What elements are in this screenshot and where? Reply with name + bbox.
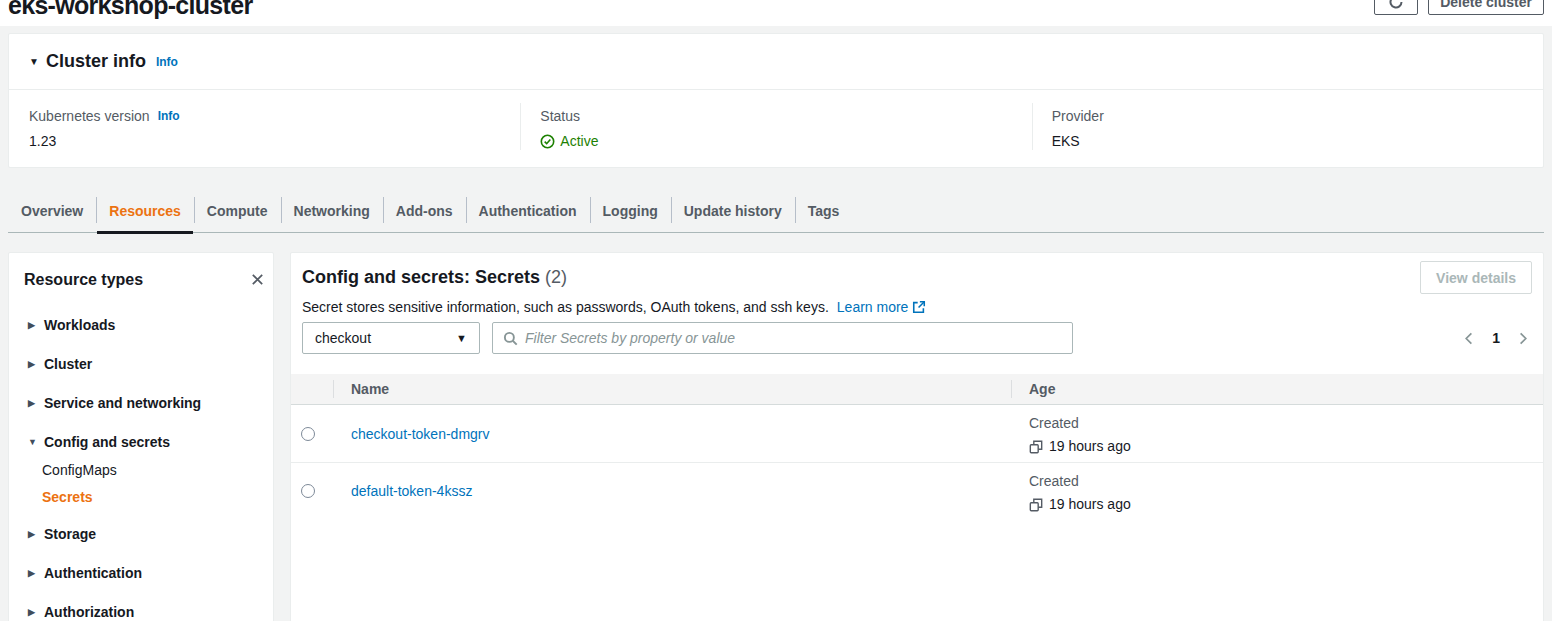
page-title: eks-workshop-cluster	[8, 0, 252, 18]
sidebar-item-authentication[interactable]: ▶Authentication	[28, 563, 258, 583]
sidebar-item-authorization[interactable]: ▶Authorization	[28, 602, 258, 621]
chevron-right-icon	[1515, 331, 1530, 346]
tab-update-history[interactable]: Update history	[671, 191, 795, 232]
table-row: default-token-4kssz Created 19 hours ago	[291, 462, 1543, 519]
age-created-label: Created	[1029, 473, 1543, 490]
learn-more-link[interactable]: Learn more	[837, 297, 927, 317]
sidebar-item-workloads[interactable]: ▶Workloads	[28, 315, 258, 335]
field-label: Provider	[1052, 108, 1523, 125]
sidebar-item-cluster[interactable]: ▶Cluster	[28, 354, 258, 374]
delete-cluster-button[interactable]: Delete cluster	[1428, 0, 1544, 15]
age-value: 19 hours ago	[1049, 438, 1131, 455]
cluster-tabs: Overview Resources Compute Networking Ad…	[8, 191, 1544, 233]
search-field[interactable]	[492, 322, 1073, 354]
resources-layout: Resource types ▶Workloads ▶Cluster ▶Serv…	[8, 252, 1544, 621]
table-header: Name Age	[291, 374, 1543, 405]
copy-icon[interactable]	[1029, 498, 1043, 512]
tab-resources[interactable]: Resources	[96, 191, 194, 232]
refresh-button[interactable]	[1374, 0, 1418, 15]
collapse-caret-icon: ▼	[29, 56, 39, 67]
config-and-secrets-sublist: ConfigMaps Secrets	[42, 460, 258, 507]
age-value: 19 hours ago	[1049, 496, 1131, 513]
cluster-info-title: Cluster info	[46, 51, 146, 72]
secret-name-link[interactable]: checkout-token-dmgrv	[351, 426, 490, 442]
table-row: checkout-token-dmgrv Created 19 hours ag…	[291, 405, 1543, 462]
secrets-table: Name Age checkout-token-dmgrv Created 19…	[291, 374, 1543, 519]
cluster-info-header[interactable]: ▼ Cluster info Info	[9, 34, 1543, 90]
collapse-caret-icon: ▼	[28, 432, 37, 452]
tab-compute[interactable]: Compute	[194, 191, 281, 232]
tab-authentication[interactable]: Authentication	[466, 191, 590, 232]
cluster-info-info-link[interactable]: Info	[156, 55, 178, 69]
secret-name-link[interactable]: default-token-4kssz	[351, 483, 472, 499]
close-icon	[250, 272, 265, 287]
column-header-age[interactable]: Age	[1011, 374, 1543, 404]
header-actions: Delete cluster	[1374, 0, 1544, 15]
sidebar-item-configmaps[interactable]: ConfigMaps	[42, 460, 258, 480]
external-link-icon	[912, 300, 926, 314]
tab-logging[interactable]: Logging	[590, 191, 671, 232]
provider-value: EKS	[1052, 133, 1523, 150]
column-header-name[interactable]: Name	[333, 374, 1011, 404]
search-icon	[503, 331, 518, 346]
field-label: Kubernetes version	[29, 108, 150, 125]
sidebar-item-storage[interactable]: ▶Storage	[28, 524, 258, 544]
content-area: ▼ Cluster info Info Kubernetes version I…	[0, 26, 1552, 621]
pagination: 1	[1460, 329, 1532, 348]
refresh-icon	[1388, 0, 1404, 10]
field-status: Status Active	[520, 108, 1031, 150]
secrets-description: Secret stores sensitive information, suc…	[291, 297, 1543, 317]
expand-caret-icon: ▶	[28, 315, 37, 335]
row-radio-button[interactable]	[301, 427, 315, 441]
cluster-info-body: Kubernetes version Info 1.23 Status Acti…	[9, 90, 1543, 167]
field-label: Status	[540, 108, 1011, 125]
resource-types-panel: Resource types ▶Workloads ▶Cluster ▶Serv…	[8, 252, 274, 621]
filter-dropdown[interactable]: checkout ▼	[302, 322, 480, 354]
tab-tags[interactable]: Tags	[795, 191, 853, 232]
copy-icon[interactable]	[1029, 440, 1043, 454]
expand-caret-icon: ▶	[28, 602, 37, 621]
status-check-icon	[540, 134, 555, 149]
previous-page-button[interactable]	[1460, 329, 1479, 348]
field-kubernetes-version: Kubernetes version Info 1.23	[9, 108, 520, 150]
expand-caret-icon: ▶	[28, 393, 37, 413]
view-details-button[interactable]: View details	[1420, 261, 1532, 294]
secrets-title: Config and secrets: Secrets (2)	[302, 267, 567, 288]
sidebar-item-service-and-networking[interactable]: ▶Service and networking	[28, 393, 258, 413]
tab-overview[interactable]: Overview	[8, 191, 96, 232]
page-header: eks-workshop-cluster Delete cluster	[0, 0, 1552, 26]
sidebar-item-config-and-secrets[interactable]: ▼Config and secrets	[28, 432, 258, 452]
sidebar-item-secrets[interactable]: Secrets	[42, 487, 258, 507]
cluster-info-panel: ▼ Cluster info Info Kubernetes version I…	[8, 33, 1544, 168]
filter-dropdown-value: checkout	[315, 330, 371, 346]
close-button[interactable]	[250, 272, 265, 287]
search-input[interactable]	[525, 330, 1062, 346]
current-page[interactable]: 1	[1487, 330, 1505, 346]
secrets-panel: Config and secrets: Secrets (2) View det…	[290, 252, 1544, 621]
resource-types-title: Resource types	[24, 270, 143, 289]
field-provider: Provider EKS	[1032, 108, 1543, 150]
secrets-count: (2)	[545, 267, 567, 287]
status-badge: Active	[540, 133, 598, 150]
resource-types-list: ▶Workloads ▶Cluster ▶Service and network…	[28, 315, 258, 621]
tab-add-ons[interactable]: Add-ons	[383, 191, 466, 232]
expand-caret-icon: ▶	[28, 563, 37, 583]
expand-caret-icon: ▶	[28, 524, 37, 544]
age-created-label: Created	[1029, 415, 1543, 432]
chevron-left-icon	[1462, 331, 1477, 346]
kubernetes-version-value: 1.23	[29, 133, 500, 150]
status-text: Active	[560, 133, 598, 150]
expand-caret-icon: ▶	[28, 354, 37, 374]
chevron-down-icon: ▼	[456, 332, 467, 344]
kubernetes-version-info-link[interactable]: Info	[158, 108, 180, 125]
tab-networking[interactable]: Networking	[281, 191, 383, 232]
next-page-button[interactable]	[1513, 329, 1532, 348]
row-radio-button[interactable]	[301, 484, 315, 498]
